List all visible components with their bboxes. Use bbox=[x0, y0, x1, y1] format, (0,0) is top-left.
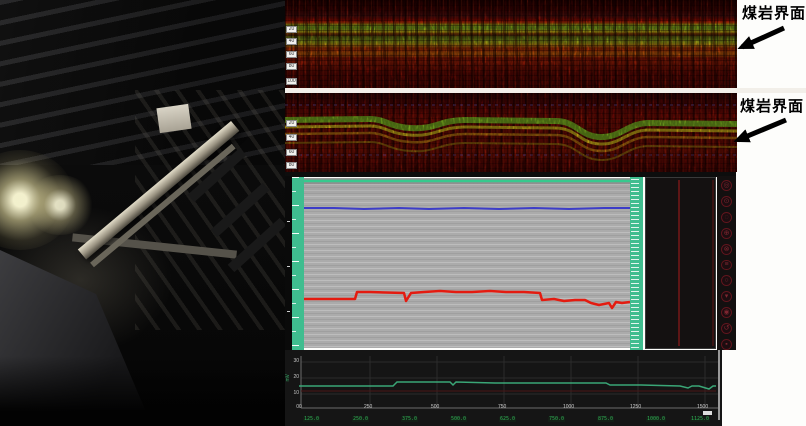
y-tick-label: 10 bbox=[287, 391, 299, 396]
profile-bscan-plot bbox=[304, 178, 630, 348]
profile-left-margin bbox=[285, 176, 292, 350]
x-tick-label: 1250 bbox=[630, 405, 641, 410]
station-label: 625.0 bbox=[499, 417, 516, 422]
depth-tick-box: 20 bbox=[286, 26, 297, 33]
depth-tick-box: 20 bbox=[286, 120, 297, 127]
x-tick-label: 250 bbox=[364, 405, 372, 410]
thickness-trend-line bbox=[299, 382, 716, 389]
radar-spectrogram-top: 20 40 60 80 100 bbox=[285, 0, 737, 88]
depth-tick-box: 60 bbox=[286, 51, 297, 58]
tunnel-camera-photo bbox=[0, 0, 285, 426]
side-plot-panel bbox=[645, 177, 716, 349]
station-label: 500.0 bbox=[450, 417, 467, 422]
depth-tick-box: 80 bbox=[286, 63, 297, 70]
grid bbox=[301, 356, 718, 408]
toolbar-target-icon[interactable]: ◎ bbox=[721, 180, 732, 191]
toolbar-dropdown-icon[interactable]: ▾ bbox=[721, 291, 732, 302]
toolbar-menu-icon[interactable]: ≡ bbox=[721, 260, 732, 271]
monitoring-screenshot: 20 40 60 80 100 20 40 60 80 煤岩界面 煤岩界面 bbox=[0, 0, 806, 426]
profile-right-ruler bbox=[630, 177, 643, 350]
annotation-arrow-top bbox=[728, 24, 796, 54]
cursor-line bbox=[678, 180, 680, 346]
position-readout bbox=[703, 411, 712, 415]
toolbar-close-icon[interactable]: ⊗ bbox=[721, 244, 732, 255]
edge-line bbox=[712, 180, 714, 346]
thickness-trend-chart: 30 20 10 0 mV 0 250 500 750 1000 1250 15… bbox=[285, 350, 722, 426]
depth-tick-box: 80 bbox=[286, 162, 297, 169]
side-toolbar: ◎ ⊙ ◌ ⊕ ⊗ ≡ ○ ▾ ◉ ↺ ▪ bbox=[717, 176, 736, 350]
toolbar-record-icon[interactable]: ⊙ bbox=[721, 196, 732, 207]
radar-spectrogram-middle: 20 40 60 80 bbox=[285, 93, 737, 172]
coal-rock-interface-label-middle: 煤岩界面 bbox=[740, 99, 804, 114]
station-label: 125.0 bbox=[303, 417, 320, 422]
x-tick-label: 0 bbox=[299, 405, 302, 410]
x-tick-label: 1000 bbox=[563, 405, 574, 410]
toolbar-add-icon[interactable]: ⊕ bbox=[721, 228, 732, 239]
equipment-box bbox=[156, 104, 191, 133]
coal-thickness-line bbox=[304, 291, 630, 308]
tunnel-floor bbox=[0, 356, 285, 426]
toolbar-ring-icon[interactable]: ○ bbox=[721, 275, 732, 286]
scan-position-handle[interactable] bbox=[718, 350, 720, 420]
toolbar-circle-icon[interactable]: ◌ bbox=[721, 212, 732, 223]
depth-tick-box: 40 bbox=[286, 38, 297, 45]
profile-left-ruler bbox=[292, 177, 304, 350]
roof-interface-line bbox=[304, 208, 630, 209]
y-tick-label: 30 bbox=[287, 359, 299, 364]
station-label: 375.0 bbox=[401, 417, 418, 422]
station-label: 750.0 bbox=[548, 417, 565, 422]
x-tick-label: 1500 bbox=[697, 405, 708, 410]
toolbar-dot-icon[interactable]: ◉ bbox=[721, 307, 732, 318]
station-label: 1000.0 bbox=[646, 417, 666, 422]
depth-tick-box: 40 bbox=[286, 134, 297, 141]
y-axis-unit-label: mV bbox=[286, 374, 291, 382]
station-label: 875.0 bbox=[597, 417, 614, 422]
depth-tick-box: 100 bbox=[286, 78, 297, 85]
coal-rock-interface-label-top: 煤岩界面 bbox=[742, 6, 806, 21]
toolbar-stop-icon[interactable]: ▪ bbox=[721, 339, 732, 350]
annotation-arrow-middle bbox=[724, 115, 796, 147]
station-label: 1125.0 bbox=[690, 417, 710, 422]
x-tick-label: 750 bbox=[498, 405, 506, 410]
depth-tick-box: 60 bbox=[286, 149, 297, 156]
y-tick-label: 0 bbox=[287, 405, 299, 410]
toolbar-refresh-icon[interactable]: ↺ bbox=[721, 323, 732, 334]
station-label: 250.0 bbox=[352, 417, 369, 422]
x-tick-label: 500 bbox=[431, 405, 439, 410]
